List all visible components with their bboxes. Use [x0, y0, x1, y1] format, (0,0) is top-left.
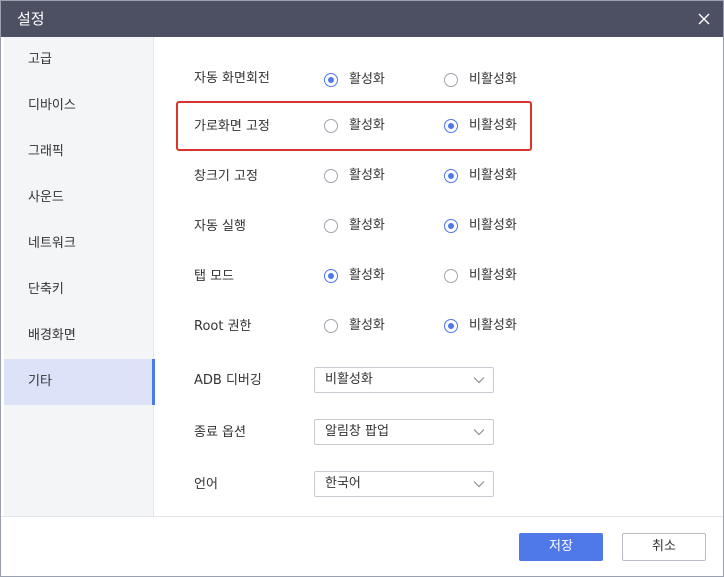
- sidebar-item-graphics[interactable]: 그래픽: [4, 129, 154, 175]
- radio-label: 활성화: [349, 218, 385, 233]
- sidebar-item-wallpaper[interactable]: 배경화면: [4, 313, 154, 359]
- radio-label: 비활성화: [469, 268, 517, 283]
- radio-circle: [324, 319, 338, 333]
- settings-dialog: 설정 고급 디바이스 그래픽 사운드 네트워크 단축키 배경화면 기타 자동 화…: [0, 0, 724, 577]
- tab-mode-label: 탭 모드: [194, 269, 235, 284]
- radio-label: 비활성화: [469, 72, 517, 87]
- exit-option-select[interactable]: 알림창 팝업: [314, 419, 494, 445]
- settings-panel: 자동 화면회전 활성화 비활성화 가로화면 고정 활성화 비활성화 창크기 고정…: [154, 37, 723, 516]
- sidebar-item-shortcuts[interactable]: 단축키: [4, 267, 154, 313]
- sidebar-item-label: 고급: [28, 52, 52, 67]
- language-label: 언어: [194, 477, 218, 492]
- cancel-button[interactable]: 취소: [622, 533, 706, 561]
- close-button[interactable]: [693, 8, 715, 30]
- exit-option-label: 종료 옵션: [194, 425, 246, 440]
- radio-label: 활성화: [349, 268, 385, 283]
- radio-circle: [444, 219, 458, 233]
- sidebar-item-label: 네트워크: [28, 236, 76, 251]
- sidebar-item-label: 디바이스: [28, 98, 76, 113]
- radio-circle: [444, 269, 458, 283]
- adb-debugging-label: ADB 디버깅: [194, 373, 262, 388]
- landscape-lock-label: 가로화면 고정: [194, 119, 270, 134]
- close-icon: [698, 13, 710, 25]
- radio-label: 비활성화: [469, 118, 517, 133]
- radio-label: 비활성화: [469, 168, 517, 183]
- sidebar-item-label: 그래픽: [28, 144, 64, 159]
- save-button[interactable]: 저장: [519, 533, 603, 561]
- chevron-down-icon: [473, 429, 485, 436]
- select-value: 알림창 팝업: [325, 424, 389, 439]
- select-value: 비활성화: [325, 372, 373, 387]
- sidebar-item-device[interactable]: 디바이스: [4, 83, 154, 129]
- radio-label: 활성화: [349, 118, 385, 133]
- radio-circle: [324, 269, 338, 283]
- radio-circle: [444, 169, 458, 183]
- radio-circle: [444, 319, 458, 333]
- radio-label: 비활성화: [469, 218, 517, 233]
- dialog-title: 설정: [17, 10, 45, 28]
- auto-launch-label: 자동 실행: [194, 219, 246, 234]
- radio-label: 활성화: [349, 318, 385, 333]
- sidebar-item-label: 단축키: [28, 282, 64, 297]
- sidebar-item-other[interactable]: 기타: [4, 359, 155, 405]
- sidebar-item-sound[interactable]: 사운드: [4, 175, 154, 221]
- sidebar: 고급 디바이스 그래픽 사운드 네트워크 단축키 배경화면 기타: [4, 37, 155, 516]
- radio-circle: [444, 119, 458, 133]
- radio-circle: [324, 73, 338, 87]
- sidebar-item-advanced[interactable]: 고급: [4, 37, 154, 83]
- dialog-footer: 저장 취소: [1, 516, 723, 576]
- chevron-down-icon: [473, 377, 485, 384]
- sidebar-item-network[interactable]: 네트워크: [4, 221, 154, 267]
- title-bar: 설정: [1, 1, 723, 37]
- language-select[interactable]: 한국어: [314, 471, 494, 497]
- sidebar-item-label: 배경화면: [28, 328, 76, 343]
- sidebar-item-label: 사운드: [28, 190, 64, 205]
- radio-label: 활성화: [349, 168, 385, 183]
- chevron-down-icon: [473, 481, 485, 488]
- window-size-lock-label: 창크기 고정: [194, 169, 258, 184]
- auto-rotate-label: 자동 화면회전: [194, 71, 270, 86]
- radio-circle: [324, 169, 338, 183]
- select-value: 한국어: [325, 476, 361, 491]
- radio-circle: [444, 73, 458, 87]
- adb-debugging-select[interactable]: 비활성화: [314, 367, 494, 393]
- radio-label: 비활성화: [469, 318, 517, 333]
- radio-label: 활성화: [349, 72, 385, 87]
- radio-circle: [324, 219, 338, 233]
- sidebar-item-label: 기타: [28, 374, 52, 389]
- root-permission-label: Root 권한: [194, 319, 252, 334]
- radio-circle: [324, 119, 338, 133]
